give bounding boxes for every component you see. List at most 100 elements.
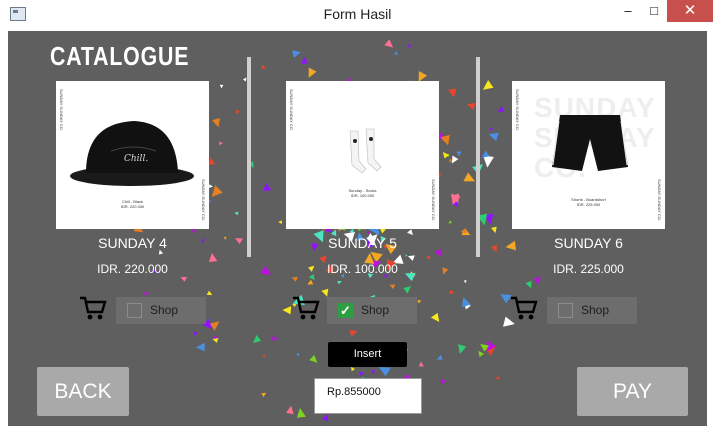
confetti-piece	[463, 280, 467, 284]
confetti-piece	[261, 392, 267, 398]
confetti-piece	[235, 238, 243, 245]
window-title: Form Hasil	[323, 6, 392, 22]
confetti-piece	[219, 141, 223, 146]
confetti-piece	[219, 84, 224, 89]
confetti-piece	[234, 211, 239, 216]
confetti-piece	[366, 230, 370, 235]
confetti-piece	[488, 132, 499, 142]
svg-text:Chill.: Chill.	[124, 154, 148, 164]
confetti-piece	[394, 51, 398, 55]
product-price: IDR. 100.000	[327, 262, 398, 276]
title-bar: Form Hasil – □ ✕	[0, 0, 715, 28]
product-card-sunday-4[interactable]: SUNDAY SUNDAY CO. SUNDAY SUNDAY CO. Chil…	[56, 81, 209, 229]
confetti-piece	[442, 151, 450, 159]
confetti-piece	[308, 67, 317, 78]
confetti-piece	[384, 39, 394, 48]
confetti-piece	[206, 290, 213, 296]
confetti-piece	[359, 371, 365, 377]
back-button[interactable]: BACK	[37, 367, 129, 416]
confetti-piece	[489, 127, 494, 131]
confetti-piece	[301, 56, 308, 64]
confetti-piece	[436, 354, 443, 360]
confetti-piece	[278, 220, 283, 224]
product-card-sunday-6[interactable]: SUNDAY SUNDAY CO. SUNDAY SUNDAY CO. SUND…	[512, 81, 665, 229]
product-price: IDR. 225.000	[553, 262, 624, 276]
socks-image	[349, 128, 382, 174]
confetti-piece	[482, 79, 494, 90]
confetti-piece	[458, 344, 467, 354]
confetti-piece	[497, 106, 505, 112]
confetti-piece	[442, 267, 449, 275]
confetti-piece	[430, 312, 440, 323]
item-price: IDR. 100.000	[350, 193, 375, 198]
product-card-sunday-5[interactable]: SUNDAY SUNDAY CO. SUNDAY SUNDAY CO. Sund…	[286, 81, 439, 229]
confetti-piece	[533, 276, 541, 285]
confetti-piece	[417, 299, 422, 304]
confetti-piece	[270, 335, 277, 342]
confetti-piece	[307, 279, 314, 285]
confetti-piece	[263, 182, 272, 192]
confetti-piece	[406, 43, 412, 48]
shop-checkbox-sunday-4[interactable]: Shop	[116, 297, 206, 324]
card-side-text: SUNDAY SUNDAY CO.	[59, 89, 64, 131]
confetti-piece	[292, 50, 301, 58]
confetti-piece	[351, 366, 356, 372]
confetti-piece	[349, 329, 358, 337]
confetti-piece	[389, 284, 396, 290]
confetti-piece	[448, 220, 452, 224]
shop-label: Shop	[581, 303, 610, 317]
confetti-piece	[456, 151, 462, 157]
shop-label: Shop	[150, 303, 179, 317]
confetti-piece	[448, 88, 457, 98]
card-side-text: SUNDAY SUNDAY CO.	[289, 89, 294, 131]
confetti-piece	[261, 64, 266, 70]
shopping-cart-icon	[511, 296, 538, 320]
item-price: IDR. 225.000	[576, 202, 601, 207]
checkbox-square[interactable]	[127, 303, 142, 318]
divider-right	[476, 57, 480, 257]
checkbox-square[interactable]	[558, 303, 573, 318]
shop-label: Shop	[361, 303, 390, 317]
confetti-piece	[404, 253, 408, 257]
pay-button[interactable]: PAY	[577, 367, 688, 416]
item-price: IDR. 220.000	[120, 204, 145, 209]
maximize-button[interactable]: □	[641, 0, 667, 22]
confetti-piece	[253, 335, 262, 344]
confetti-piece	[235, 109, 240, 115]
confetti-piece	[212, 118, 220, 128]
shop-checkbox-sunday-6[interactable]: Shop	[547, 297, 637, 324]
card-side-text: SUNDAY SUNDAY CO.	[431, 179, 436, 221]
confetti-piece	[322, 413, 328, 422]
shop-checkbox-sunday-5[interactable]: ✓ Shop	[327, 297, 417, 324]
shopping-cart-icon	[80, 296, 107, 320]
confetti-piece	[296, 353, 300, 357]
product-name: SUNDAY 6	[554, 235, 623, 251]
confetti-piece	[260, 265, 272, 275]
confetti-piece	[262, 354, 266, 358]
confetti-piece	[418, 70, 428, 82]
minimize-button[interactable]: –	[615, 0, 641, 22]
confetti-piece	[449, 289, 455, 295]
confetti-piece	[296, 407, 306, 418]
confetti-piece	[321, 288, 329, 297]
confetti-piece	[193, 331, 199, 336]
checkmark-icon[interactable]: ✓	[338, 303, 353, 318]
confetti-piece	[407, 255, 415, 261]
total-field[interactable]: Rp.855000	[314, 378, 422, 414]
confetti-piece	[491, 226, 497, 234]
product-name: SUNDAY 4	[98, 235, 167, 251]
confetti-piece	[525, 280, 532, 289]
confetti-piece	[195, 342, 205, 352]
catalogue-heading: CATALOGUE	[50, 41, 190, 71]
confetti-piece	[451, 155, 459, 164]
confetti-piece	[370, 369, 375, 375]
confetti-piece	[223, 236, 227, 240]
divider-left	[247, 57, 251, 257]
insert-button[interactable]: Insert	[328, 342, 407, 367]
confetti-piece	[309, 354, 318, 363]
close-button[interactable]: ✕	[667, 0, 713, 22]
product-name: SUNDAY 5	[328, 235, 397, 251]
form-panel: CATALOGUE SUNDAY SUNDAY CO. SUNDAY SUNDA…	[8, 31, 707, 426]
confetti-piece	[426, 255, 431, 260]
confetti-piece	[286, 405, 294, 415]
